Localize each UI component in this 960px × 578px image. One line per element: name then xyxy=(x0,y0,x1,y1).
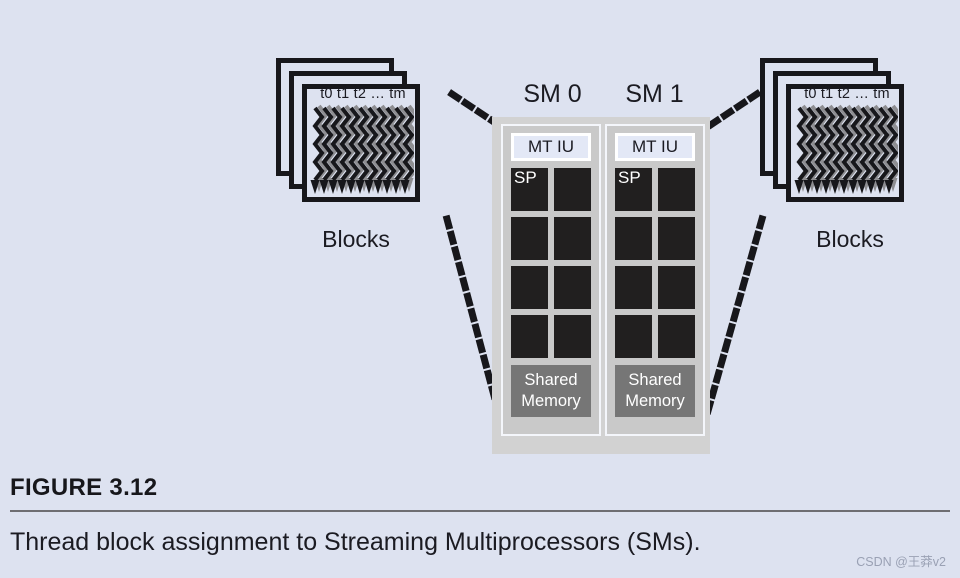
figure-caption-text: Thread block assignment to Streaming Mul… xyxy=(10,528,701,556)
watermark: CSDN @王莽v2 xyxy=(856,555,946,569)
shared-memory-line1: Shared xyxy=(524,370,578,389)
sm-label-0: SM 0 xyxy=(523,80,582,108)
block-stack-right: t0 t1 t2 … tm Blocks xyxy=(760,58,920,258)
figure-number: FIGURE 3.12 xyxy=(10,474,158,501)
figure-caption-area: FIGURE 3.12 Thread block assignment to S… xyxy=(0,466,960,557)
sp-block xyxy=(511,217,548,260)
sp-block xyxy=(658,315,695,358)
shared-memory-line2: Memory xyxy=(521,392,581,410)
blocks-label: Blocks xyxy=(816,226,884,252)
sp-block xyxy=(511,266,548,309)
sp-block xyxy=(658,266,695,309)
sm-panel-0: MT IU SP Shared Memory xyxy=(501,124,601,436)
block-stack-left: t0 t1 t2 … tm Blocks xyxy=(276,58,436,258)
shared-memory-1: Shared Memory xyxy=(615,365,695,417)
sm-container: MT IU SP Shared Memory MT IU SP Shared M… xyxy=(492,117,710,454)
sp-block xyxy=(554,168,591,211)
sp-grid-0: SP xyxy=(511,168,591,358)
sp-block xyxy=(615,217,652,260)
thread-ids-label: t0 t1 t2 … tm xyxy=(804,86,890,102)
shared-memory-line1: Shared xyxy=(628,370,682,389)
shared-memory-0: Shared Memory xyxy=(511,365,591,417)
figure-stage: t0 t1 t2 … tm Blocks t0 t1 t2 … tm Block xyxy=(0,0,960,578)
mt-iu-0: MT IU xyxy=(511,133,591,161)
sp-block xyxy=(554,217,591,260)
sp-block xyxy=(658,168,695,211)
blocks-label: Blocks xyxy=(322,226,390,252)
sp-block xyxy=(554,315,591,358)
sm-panel-1: MT IU SP Shared Memory xyxy=(605,124,705,436)
sm-label-1: SM 1 xyxy=(625,80,684,108)
sp-block xyxy=(658,217,695,260)
thread-ids-label: t0 t1 t2 … tm xyxy=(320,86,406,102)
sp-block xyxy=(511,315,548,358)
sp-block xyxy=(615,266,652,309)
mt-iu-1: MT IU xyxy=(615,133,695,161)
sp-block: SP xyxy=(511,168,548,211)
thread-arrows xyxy=(792,104,898,196)
shared-memory-line2: Memory xyxy=(625,392,685,410)
sp-block xyxy=(554,266,591,309)
thread-arrows xyxy=(308,104,414,196)
connector-right-top xyxy=(701,89,762,133)
connector-right-bottom xyxy=(701,214,767,423)
sm-label-row: SM 0 SM 1 xyxy=(492,80,710,114)
sp-block xyxy=(615,315,652,358)
sp-block: SP xyxy=(615,168,652,211)
sp-grid-1: SP xyxy=(615,168,695,358)
